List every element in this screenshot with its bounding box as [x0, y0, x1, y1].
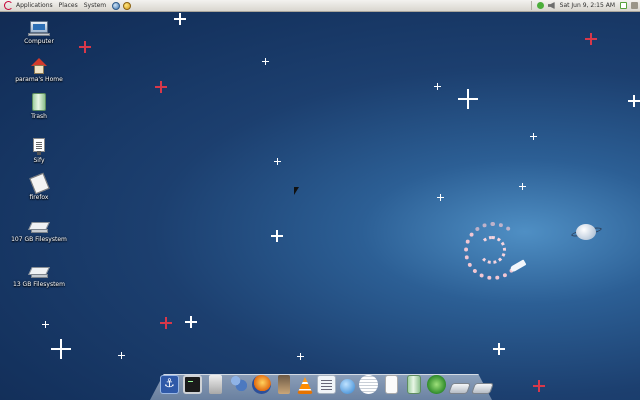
desktop-icon-label: parama's Home — [15, 76, 63, 83]
desktop-icon-home[interactable]: parama's Home — [1, 58, 77, 83]
vlc-icon[interactable] — [297, 377, 313, 394]
debian-swirl-artwork-inner — [478, 236, 506, 264]
star-decoration — [493, 343, 505, 355]
green-orb-icon[interactable] — [427, 375, 446, 394]
text-document-icon[interactable] — [317, 375, 336, 394]
disc-icon[interactable] — [359, 375, 378, 394]
device-icon[interactable] — [209, 375, 222, 394]
drive-icon[interactable] — [470, 383, 495, 394]
drive-icon — [28, 222, 50, 234]
trash-icon[interactable] — [407, 375, 421, 394]
planet-artwork — [576, 224, 596, 240]
star-decoration — [118, 352, 125, 359]
desktop-icon-label: Sify — [33, 157, 45, 164]
help-launcher-icon[interactable] — [123, 1, 132, 10]
desktop-icon-sify[interactable]: Sify — [1, 138, 77, 164]
star-decoration — [274, 158, 281, 165]
star-decoration — [174, 13, 186, 25]
people-icon[interactable] — [229, 375, 248, 394]
system-tray: Sat Jun 9, 2:15 AM — [528, 0, 640, 12]
star-decoration — [434, 83, 441, 90]
star-decoration — [297, 353, 304, 360]
tray-separator — [530, 1, 532, 10]
star-decoration — [585, 33, 597, 45]
show-desktop-icon[interactable] — [631, 2, 638, 9]
update-notifier-icon[interactable] — [620, 2, 627, 9]
network-connection-icon — [33, 138, 45, 155]
mouse-cursor — [294, 187, 299, 195]
network-status-icon[interactable] — [536, 2, 544, 9]
desktop-icon-computer[interactable]: Computer — [1, 21, 77, 45]
anchor-icon[interactable] — [160, 375, 179, 394]
star-decoration — [42, 321, 49, 328]
terminal-icon[interactable] — [183, 375, 202, 394]
panel-menu-bar: Applications Places System — [0, 0, 134, 12]
star-decoration — [533, 380, 545, 392]
star-decoration — [155, 81, 167, 93]
system-menu[interactable]: System — [84, 2, 106, 9]
star-decoration — [530, 133, 537, 140]
document-icon — [28, 172, 50, 195]
desktop-icon-trash[interactable]: Trash — [1, 93, 77, 120]
desktop-icon-label: Computer — [24, 38, 54, 45]
drive-icon — [28, 267, 50, 279]
star-decoration — [628, 95, 640, 107]
star-decoration — [160, 317, 172, 329]
desktop-icon-filesystem-107gb[interactable]: 107 GB Filesystem — [1, 222, 77, 243]
drive-icon[interactable] — [447, 383, 472, 394]
top-panel: Applications Places System Sat Jun 9, 2:… — [0, 0, 640, 12]
desktop-icon-label: 13 GB Filesystem — [13, 281, 65, 288]
globe-document-icon[interactable] — [340, 379, 355, 394]
trash-icon — [32, 93, 46, 111]
applications-menu[interactable]: Applications — [16, 2, 53, 9]
firefox-icon[interactable] — [252, 375, 271, 394]
desktop-icon-firefox[interactable]: firefox — [1, 172, 77, 201]
dock — [160, 372, 495, 394]
star-decoration — [262, 58, 269, 65]
usb-icon[interactable] — [278, 375, 290, 394]
star-decoration — [185, 316, 197, 328]
star-decoration — [437, 194, 444, 201]
desktop-icon-label: Trash — [31, 113, 47, 120]
star-decoration — [519, 183, 526, 190]
places-menu[interactable]: Places — [59, 2, 78, 9]
desktop-icon-label: firefox — [29, 194, 49, 201]
star-decoration — [51, 339, 71, 359]
debian-logo-icon[interactable] — [4, 1, 13, 10]
desktop-icon-filesystem-13gb[interactable]: 13 GB Filesystem — [1, 267, 77, 288]
paper-icon[interactable] — [385, 375, 398, 394]
volume-icon[interactable] — [547, 2, 555, 9]
panel-clock[interactable]: Sat Jun 9, 2:15 AM — [560, 2, 615, 9]
star-decoration — [271, 230, 283, 242]
star-decoration — [79, 41, 91, 53]
computer-icon — [28, 21, 50, 36]
desktop-icon-label: 107 GB Filesystem — [11, 236, 67, 243]
star-decoration — [458, 89, 478, 109]
home-folder-icon — [31, 58, 47, 74]
network-launcher-icon[interactable] — [112, 1, 121, 10]
